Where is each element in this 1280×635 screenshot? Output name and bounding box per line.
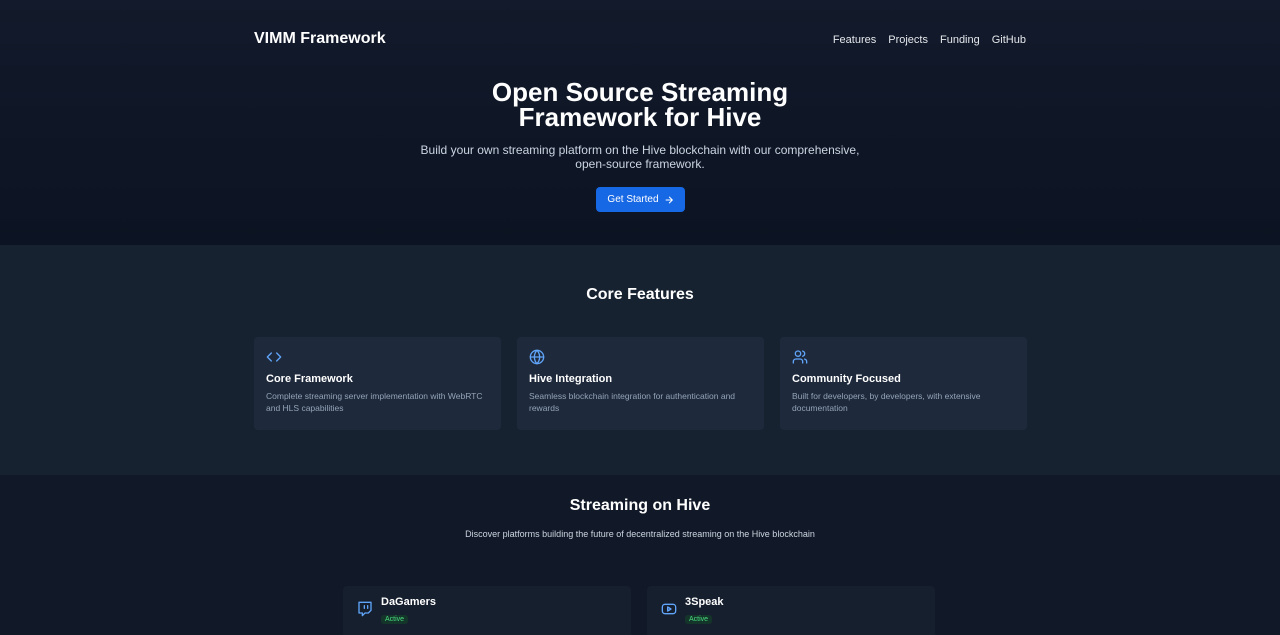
- hero-title-line-2: Framework for Hive: [518, 102, 762, 132]
- platform-info: 3Speak Active: [685, 596, 724, 635]
- brand-logo[interactable]: VIMM Framework: [254, 30, 386, 48]
- nav-link-funding[interactable]: Funding: [940, 34, 980, 46]
- feature-card-description: Built for developers, by developers, wit…: [792, 391, 981, 413]
- feature-card-description: Seamless blockchain integration for auth…: [529, 391, 736, 413]
- top-navigation: VIMM Framework Features Projects Funding…: [254, 30, 1026, 48]
- users-icon: [792, 350, 808, 364]
- globe-icon: [529, 349, 545, 365]
- youtube-icon: [661, 603, 677, 615]
- nav-links: Features Projects Funding GitHub: [833, 34, 1026, 46]
- hero-subtitle: Build your own streaming platform on the…: [0, 143, 1280, 171]
- get-started-label: Get Started: [607, 194, 659, 205]
- features-section: Core Features Core Framework Complete st…: [0, 245, 1280, 475]
- feature-card-title: Hive Integration: [529, 373, 613, 385]
- platform-info: DaGamers Active: [381, 596, 436, 635]
- platform-card-dagamers[interactable]: DaGamers Active: [343, 586, 631, 635]
- nav-link-projects[interactable]: Projects: [888, 34, 928, 46]
- platform-card-3speak[interactable]: 3Speak Active: [647, 586, 935, 635]
- features-title: Core Features: [586, 286, 694, 303]
- feature-card-description: Complete streaming server implementation…: [266, 391, 483, 413]
- feature-card-core-framework: Core Framework Complete streaming server…: [254, 337, 501, 430]
- platform-name: DaGamers: [381, 596, 437, 608]
- hero-subtitle-line-1: Build your own streaming platform on the…: [420, 143, 860, 157]
- feature-card-community-focused: Community Focused Built for developers, …: [780, 337, 1027, 430]
- feature-card-title: Community Focused: [792, 373, 901, 385]
- streaming-subtitle: Discover platforms building the future o…: [465, 529, 815, 539]
- arrow-right-icon: [665, 196, 673, 203]
- get-started-button[interactable]: Get Started: [596, 187, 685, 212]
- hero-title: Open Source Streaming Framework for Hive: [0, 79, 1280, 132]
- status-badge: Active: [381, 615, 409, 624]
- nav-link-features[interactable]: Features: [833, 34, 876, 46]
- feature-card-hive-integration: Hive Integration Seamless blockchain int…: [517, 337, 764, 430]
- streaming-section: Streaming on Hive Discover platforms bui…: [0, 475, 1280, 635]
- feature-card-title: Core Framework: [266, 373, 353, 385]
- twitch-icon: [358, 601, 372, 617]
- platform-name: 3Speak: [685, 596, 724, 608]
- status-badge: Active: [685, 615, 713, 624]
- nav-link-github[interactable]: GitHub: [992, 34, 1026, 46]
- hero-subtitle-line-2: open-source framework.: [575, 157, 705, 171]
- code-icon: [266, 352, 282, 362]
- streaming-title: Streaming on Hive: [569, 497, 711, 514]
- hero-section: VIMM Framework Features Projects Funding…: [0, 0, 1280, 245]
